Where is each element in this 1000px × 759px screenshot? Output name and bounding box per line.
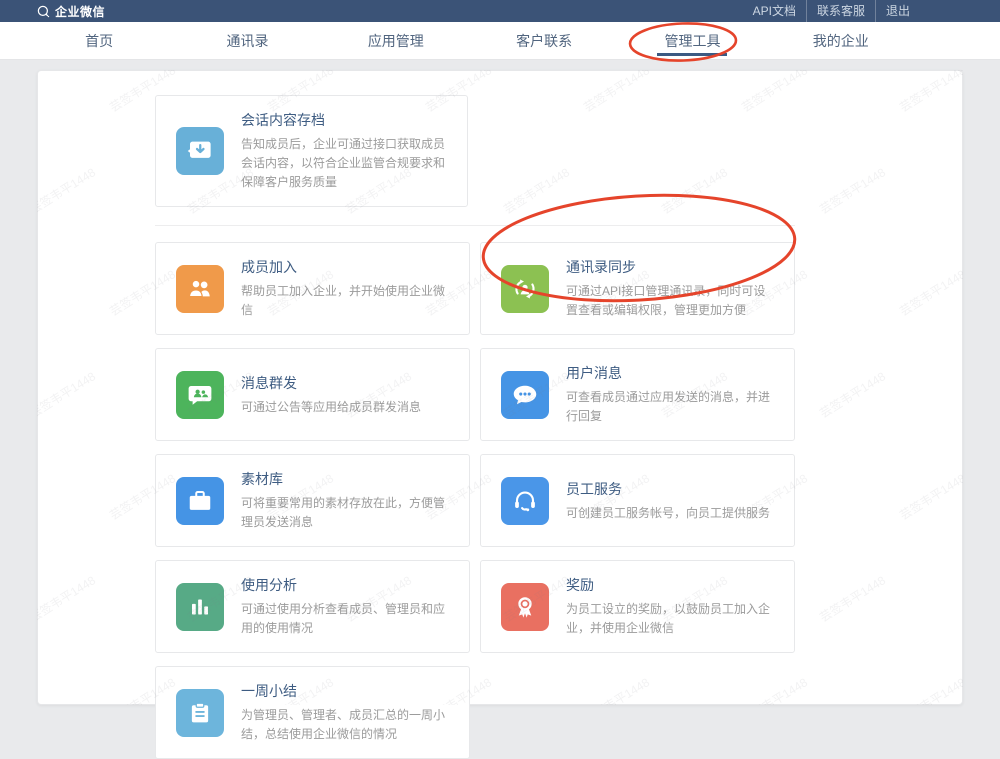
topbar-links: API文档 联系客服 退出	[743, 0, 920, 22]
tool-title: 用户消息	[566, 363, 776, 383]
contact-support-link[interactable]: 联系客服	[806, 0, 875, 22]
section-divider	[155, 225, 795, 226]
tool-description: 告知成员后，企业可通过接口获取成员会话内容，以符合企业监管合规要求和保障客户服务…	[241, 135, 449, 192]
tool-description: 可通过公告等应用给成员群发消息	[241, 398, 451, 417]
tool-description: 可创建员工服务帐号，向员工提供服务	[566, 504, 776, 523]
tool-title: 奖励	[566, 575, 776, 595]
bar-chart-icon	[176, 583, 224, 631]
top-bar: 企业微信 API文档 联系客服 退出	[0, 0, 1000, 22]
tool-card-employee-service[interactable]: 员工服务 可创建员工服务帐号，向员工提供服务	[480, 454, 795, 547]
tools-grid: 成员加入 帮助员工加入企业，并开始使用企业微信 通讯录同步 可通过API接口管理…	[155, 242, 797, 759]
tool-card-user-messages[interactable]: 用户消息 可查看成员通过应用发送的消息，并进行回复	[480, 348, 795, 441]
tool-description: 可将重要常用的素材存放在此，方便管理员发送消息	[241, 494, 451, 532]
tool-card-rewards[interactable]: 奖励 为员工设立的奖励，以鼓励员工加入企业，并使用企业微信	[480, 560, 795, 653]
logout-link[interactable]: 退出	[875, 0, 920, 22]
medal-icon	[501, 583, 549, 631]
tool-description: 可通过API接口管理通讯录，同时可设置查看或编辑权限，管理更加方便	[566, 282, 776, 320]
tool-title: 通讯录同步	[566, 257, 776, 277]
headset-icon	[501, 477, 549, 525]
tool-card-usage-analytics[interactable]: 使用分析 可通过使用分析查看成员、管理员和应用的使用情况	[155, 560, 470, 653]
tool-card-member-join[interactable]: 成员加入 帮助员工加入企业，并开始使用企业微信	[155, 242, 470, 335]
tool-description: 可通过使用分析查看成员、管理员和应用的使用情况	[241, 600, 451, 638]
chat-bubble-logo-icon	[36, 4, 51, 19]
tool-description: 为管理员、管理者、成员汇总的一周小结，总结使用企业微信的情况	[241, 706, 451, 744]
tool-card-message-broadcast[interactable]: 消息群发 可通过公告等应用给成员群发消息	[155, 348, 470, 441]
nav-tab-home[interactable]: 首页	[25, 22, 173, 59]
nav-tab-app-management[interactable]: 应用管理	[322, 22, 470, 59]
nav-tab-contacts[interactable]: 通讯录	[173, 22, 321, 59]
nav-tab-my-company[interactable]: 我的企业	[767, 22, 915, 59]
tool-card-material-library[interactable]: 素材库 可将重要常用的素材存放在此，方便管理员发送消息	[155, 454, 470, 547]
tool-card-contacts-sync[interactable]: 通讯录同步 可通过API接口管理通讯录，同时可设置查看或编辑权限，管理更加方便	[480, 242, 795, 335]
logo-text: 企业微信	[55, 3, 105, 20]
main-nav: 首页 通讯录 应用管理 客户联系 管理工具 我的企业	[0, 22, 1000, 60]
nav-tab-admin-tools[interactable]: 管理工具	[618, 22, 766, 59]
contacts-sync-icon	[501, 265, 549, 313]
tool-description: 为员工设立的奖励，以鼓励员工加入企业，并使用企业微信	[566, 600, 776, 638]
tool-title: 会话内容存档	[241, 110, 449, 130]
chat-archive-icon	[176, 127, 224, 175]
tool-description: 帮助员工加入企业，并开始使用企业微信	[241, 282, 451, 320]
members-icon	[176, 265, 224, 313]
tool-card-session-archive[interactable]: 会话内容存档 告知成员后，企业可通过接口获取成员会话内容，以符合企业监管合规要求…	[155, 95, 468, 207]
tool-title: 素材库	[241, 469, 451, 489]
tool-title: 员工服务	[566, 479, 776, 499]
tool-title: 消息群发	[241, 373, 451, 393]
user-message-icon	[501, 371, 549, 419]
tool-title: 一周小结	[241, 681, 451, 701]
wechat-work-logo[interactable]: 企业微信	[36, 3, 105, 20]
api-docs-link[interactable]: API文档	[743, 0, 806, 22]
tool-description: 可查看成员通过应用发送的消息，并进行回复	[566, 388, 776, 426]
tool-title: 使用分析	[241, 575, 451, 595]
broadcast-icon	[176, 371, 224, 419]
nav-tab-customer-contact[interactable]: 客户联系	[470, 22, 618, 59]
tools-content: 会话内容存档 告知成员后，企业可通过接口获取成员会话内容，以符合企业监管合规要求…	[155, 95, 797, 759]
tool-title: 成员加入	[241, 257, 451, 277]
briefcase-icon	[176, 477, 224, 525]
